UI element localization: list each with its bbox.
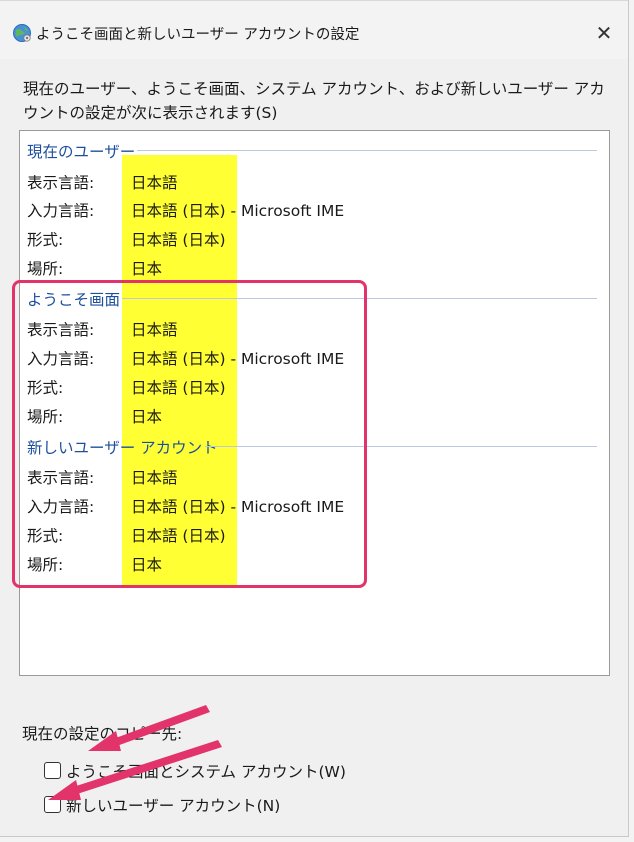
settings-dialog: ようこそ画面と新しいユーザー アカウントの設定 ✕ 現在のユーザー、ようこそ画面… (0, 0, 629, 837)
annotation-arrow-icon (48, 705, 222, 800)
